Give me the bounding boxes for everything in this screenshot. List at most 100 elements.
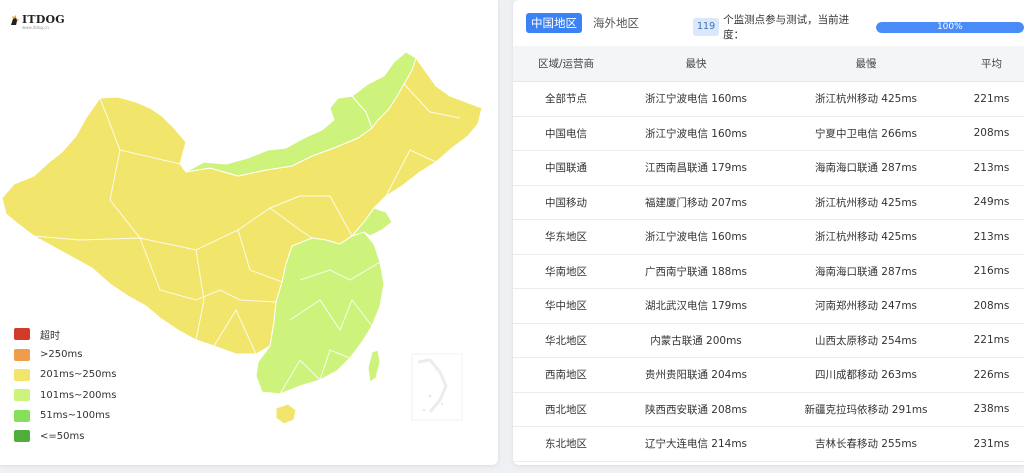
cell-region: 中国联通 (513, 150, 619, 186)
cell-slowest: 新疆克拉玛依移动 291ms (773, 392, 959, 427)
cell-fastest: 贵州贵阳联通 204ms (619, 357, 773, 393)
cell-fastest: 陕西西安联通 208ms (619, 392, 773, 427)
progress-percent-label: 100% (936, 21, 963, 32)
cell-average: 208ms (959, 288, 1024, 324)
cell-slowest: 宁夏中卫电信 266ms (773, 116, 959, 151)
table-row: 西南地区 贵州贵阳联通 204ms 四川成都移动 263ms 226ms (513, 357, 1024, 393)
cell-region: 西南地区 (513, 357, 619, 393)
legend-item-under-50: <=50ms (14, 426, 116, 446)
south-china-sea-inset (411, 353, 463, 421)
cell-slowest: 浙江杭州移动 425ms (773, 81, 959, 117)
cell-slowest: 四川成都移动 263ms (773, 357, 959, 393)
cell-average: 238ms (959, 392, 1024, 427)
cell-region: 中国移动 (513, 185, 619, 220)
cell-fastest: 中国台湾 173ms (619, 461, 773, 465)
progress-bar: 100% (875, 21, 1024, 33)
cell-fastest: 江西南昌联通 179ms (619, 150, 773, 186)
results-table: 区域/运营商 最快 最慢 平均 全部节点 浙江宁波电信 160ms 浙江杭州移动 4… (513, 46, 1024, 465)
legend-item-101-200: 101ms~200ms (14, 385, 116, 405)
table-row: 中国电信 浙江宁波电信 160ms 宁夏中卫电信 266ms 208ms (513, 116, 1024, 151)
legend-label: 51ms~100ms (40, 410, 111, 422)
cell-slowest: 海南海口联通 287ms (773, 254, 959, 289)
cell-slowest: 中国台湾 173ms (773, 461, 959, 465)
node-count-badge: 119 (693, 18, 720, 36)
legend-label: <=50ms (40, 430, 85, 442)
cell-fastest: 福建厦门移动 207ms (619, 185, 773, 220)
cell-region: 华北地区 (513, 323, 619, 358)
col-header-fastest: 最快 (619, 46, 773, 82)
legend-swatch (14, 430, 30, 443)
legend-label: 201ms~250ms (40, 369, 117, 381)
results-panel: 中国地区 海外地区 119 个监测点参与测试，当前进度： 100% 区域/运营商… (513, 0, 1024, 465)
cell-average: 226ms (959, 357, 1024, 393)
latency-legend: 超时 >250ms 201ms~250ms 101ms~200ms 51ms~1… (14, 324, 116, 446)
table-row: 华中地区 湖北武汉电信 179ms 河南郑州移动 247ms 208ms (513, 288, 1024, 324)
table-row: 华北地区 内蒙古联通 200ms 山西太原移动 254ms 221ms (513, 323, 1024, 358)
legend-swatch (14, 389, 30, 402)
table-row: 西北地区 陕西西安联通 208ms 新疆克拉玛依移动 291ms 238ms (513, 392, 1024, 427)
cell-fastest: 湖北武汉电信 179ms (619, 288, 773, 324)
cell-average: 213ms (959, 150, 1024, 186)
tab-china-region[interactable]: 中国地区 (526, 13, 582, 33)
table-row: 东北地区 辽宁大连电信 214ms 吉林长春移动 255ms 231ms (513, 426, 1024, 462)
legend-item-201-250: 201ms~250ms (14, 365, 116, 385)
legend-label: 101ms~200ms (40, 389, 117, 401)
table-row: 中国移动 福建厦门移动 207ms 浙江杭州移动 425ms 249ms (513, 185, 1024, 220)
cell-slowest: 河南郑州移动 247ms (773, 288, 959, 324)
cell-fastest: 内蒙古联通 200ms (619, 323, 773, 358)
map-region-hainan[interactable] (275, 403, 297, 425)
legend-swatch (14, 409, 30, 422)
cell-fastest: 辽宁大连电信 214ms (619, 426, 773, 462)
cell-slowest: 吉林长春移动 255ms (773, 426, 959, 462)
cell-slowest: 浙江杭州移动 425ms (773, 219, 959, 255)
table-body: 全部节点 浙江宁波电信 160ms 浙江杭州移动 425ms 221ms 中国电信 浙江宁… (513, 81, 1024, 465)
cell-fastest: 浙江宁波电信 160ms (619, 81, 773, 117)
legend-label: >250ms (40, 349, 83, 361)
cell-average: 216ms (959, 254, 1024, 289)
cell-region: 中国电信 (513, 116, 619, 151)
cell-slowest: 山西太原移动 254ms (773, 323, 959, 358)
map-panel: ITDOG www.itdog.cn 超时 >250ms 201ms~250ms… (0, 0, 498, 465)
map-region-taiwan[interactable] (367, 349, 381, 383)
cell-region: 东北地区 (513, 426, 619, 462)
cell-fastest: 浙江宁波电信 160ms (619, 116, 773, 151)
legend-label: 超时 (40, 330, 60, 342)
legend-item-51-100: 51ms~100ms (14, 406, 116, 426)
cell-average: 213ms (959, 219, 1024, 255)
cell-region: 华东地区 (513, 219, 619, 255)
col-header-slowest: 最慢 (773, 46, 959, 82)
table-row: 港澳台中国台湾 173ms中国台湾 173ms173ms (513, 461, 1024, 465)
test-progress: 119 个监测点参与测试，当前进度： 100% (693, 12, 1024, 42)
table-header-row: 区域/运营商 最快 最慢 平均 (513, 46, 1024, 82)
legend-item-over-250: >250ms (14, 344, 116, 364)
cell-region: 全部节点 (513, 81, 619, 117)
cell-region: 华中地区 (513, 288, 619, 324)
legend-item-timeout: 超时 (14, 324, 116, 344)
tab-overseas-region[interactable]: 海外地区 (588, 13, 644, 33)
cell-region: 港澳台 (513, 461, 619, 465)
cell-average: 221ms (959, 81, 1024, 117)
col-header-region: 区域/运营商 (513, 46, 619, 82)
cell-region: 华南地区 (513, 254, 619, 289)
cell-region: 西北地区 (513, 392, 619, 427)
cell-average: 208ms (959, 116, 1024, 151)
table-row: 华南地区 广西南宁联通 188ms 海南海口联通 287ms 216ms (513, 254, 1024, 289)
table-row: 全部节点 浙江宁波电信 160ms 浙江杭州移动 425ms 221ms (513, 81, 1024, 117)
map-region-yellow[interactable] (1, 51, 483, 355)
table-row: 华东地区 浙江宁波电信 160ms 浙江杭州移动 425ms 213ms (513, 219, 1024, 255)
cell-average: 173ms (959, 461, 1024, 465)
cell-fastest: 浙江宁波电信 160ms (619, 219, 773, 255)
legend-swatch (14, 368, 30, 381)
cell-slowest: 浙江杭州移动 425ms (773, 185, 959, 220)
cell-slowest: 海南海口联通 287ms (773, 150, 959, 186)
cell-fastest: 广西南宁联通 188ms (619, 254, 773, 289)
legend-swatch (14, 348, 30, 361)
progress-text: 个监测点参与测试，当前进度： (723, 14, 850, 41)
legend-swatch (14, 328, 30, 341)
region-tabs: 中国地区 海外地区 (526, 13, 644, 33)
table-row: 中国联通 江西南昌联通 179ms 海南海口联通 287ms 213ms (513, 150, 1024, 186)
cell-average: 231ms (959, 426, 1024, 462)
col-header-average: 平均 (959, 46, 1024, 82)
cell-average: 249ms (959, 185, 1024, 220)
cell-average: 221ms (959, 323, 1024, 358)
